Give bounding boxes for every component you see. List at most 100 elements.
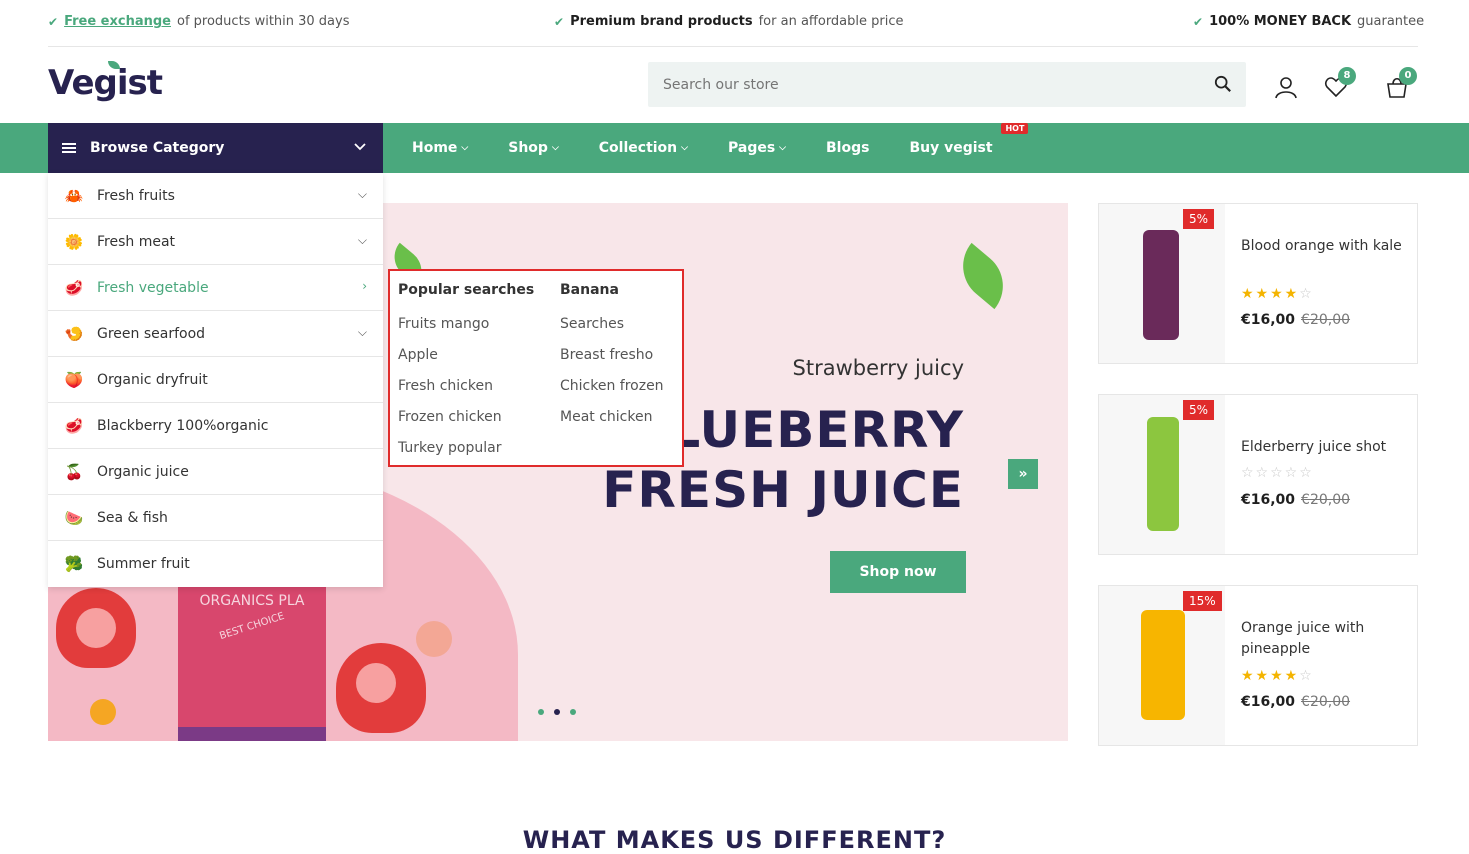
slider-dots [538, 709, 576, 715]
broccoli-icon: 🥦 [64, 555, 84, 573]
chevron-down-icon: ⌵ [551, 143, 559, 153]
free-exchange-link[interactable]: Free exchange [64, 14, 171, 29]
price-old: €20,00 [1301, 312, 1351, 328]
peach-icon: 🍑 [64, 370, 84, 389]
nav-item-blogs[interactable]: Blogs [826, 140, 869, 156]
shop-now-button[interactable]: Shop now [830, 551, 966, 593]
info-text: for an affordable price [758, 14, 904, 29]
category-label: Blackberry 100%organic [97, 417, 269, 434]
popup-link[interactable]: Searches [560, 316, 664, 347]
mega-menu-popup: Popular searches Fruits mango Apple Fres… [388, 269, 684, 467]
search-bar [648, 62, 1246, 107]
discount-badge: 15% [1183, 591, 1222, 611]
next-slide-button[interactable]: » [1008, 459, 1038, 489]
crab-icon: 🦀 [64, 186, 84, 205]
category-item-summer-fruit[interactable]: 🥦 Summer fruit [48, 541, 383, 587]
top-info-bar: ✔ Free exchange of products within 30 da… [48, 0, 1424, 47]
category-item-fresh-meat[interactable]: 🌼 Fresh meat ⌵ [48, 219, 383, 265]
bottle-base [178, 727, 326, 741]
product-name[interactable]: Orange juice with pineapple [1241, 618, 1406, 660]
category-label: Fresh fruits [97, 187, 175, 204]
category-item-organic-juice[interactable]: 🍒 Organic juice [48, 449, 383, 495]
product-price: €16,00 €20,00 [1241, 492, 1350, 508]
nav-label: Collection [598, 140, 678, 156]
meat-icon: 🥩 [64, 416, 84, 435]
search-icon[interactable] [1214, 75, 1232, 93]
info-text: guarantee [1357, 14, 1425, 29]
rating-stars: ★★★★☆ [1241, 668, 1314, 684]
nav-item-home[interactable]: Home ⌵ [412, 140, 468, 156]
double-chevron-right-icon: » [1018, 466, 1028, 482]
product-price: €16,00 €20,00 [1241, 694, 1350, 710]
popup-link[interactable]: Turkey popular [398, 440, 534, 471]
category-item-sea-fish[interactable]: 🍉 Sea & fish [48, 495, 383, 541]
bottle-image [1147, 417, 1179, 531]
price-old: €20,00 [1301, 492, 1351, 508]
watermelon-icon: 🍉 [64, 508, 84, 527]
info-bold: Premium brand products [570, 14, 753, 29]
nav-item-collection[interactable]: Collection ⌵ [599, 140, 688, 156]
category-item-organic-dryfruit[interactable]: 🍑 Organic dryfruit [48, 357, 383, 403]
info-premium: ✔ Premium brand products for an affordab… [554, 14, 904, 29]
cherry-icon: 🍒 [64, 462, 84, 481]
product-card[interactable]: 15% Orange juice with pineapple ★★★★☆ €1… [1098, 585, 1418, 746]
hamburger-icon [62, 143, 76, 153]
strawberry-image [336, 643, 426, 733]
star-empty-icon: ☆☆☆☆☆ [1241, 465, 1314, 481]
nav-label: Blogs [826, 140, 870, 156]
wishlist-count-badge: 8 [1338, 67, 1356, 85]
popup-link[interactable]: Breast fresho [560, 347, 664, 378]
logo-text: Vegist [48, 63, 163, 103]
slider-dot[interactable] [538, 709, 544, 715]
fruit-image [90, 699, 116, 725]
popup-link[interactable]: Fruits mango [398, 316, 534, 347]
price-current: €16,00 [1241, 492, 1296, 508]
chevron-down-icon: ⌵ [357, 325, 367, 339]
product-name[interactable]: Elderberry juice shot [1241, 437, 1406, 458]
popup-link[interactable]: Fresh chicken [398, 378, 534, 409]
logo[interactable]: Vegist [48, 61, 163, 103]
nav-item-buy-vegist[interactable]: Buy vegist HOT [909, 123, 1029, 156]
banner-heading-line2: FRESH JUICE [602, 461, 964, 519]
category-label: Organic juice [97, 463, 189, 480]
browse-category-button[interactable]: Browse Category [48, 123, 383, 173]
check-icon: ✔ [48, 14, 59, 29]
chevron-down-icon: ⌵ [681, 143, 688, 153]
popup-link[interactable]: Chicken frozen [560, 378, 664, 409]
slider-dot-active[interactable] [554, 709, 560, 715]
popup-link[interactable]: Meat chicken [560, 409, 664, 440]
section-title: WHAT MAKES US DIFFERENT? [522, 826, 947, 854]
nav-label: Shop [508, 140, 548, 156]
slider-dot[interactable] [570, 709, 576, 715]
category-item-blackberry[interactable]: 🥩 Blackberry 100%organic [48, 403, 383, 449]
discount-badge: 5% [1183, 209, 1215, 229]
browse-label: Browse Category [90, 140, 225, 156]
product-card[interactable]: 5% Elderberry juice shot ☆☆☆☆☆ €16,00 €20… [1098, 394, 1418, 555]
product-name[interactable]: Blood orange with kale [1241, 236, 1406, 257]
info-bold: 100% MONEY BACK [1209, 14, 1352, 29]
category-item-fresh-fruits[interactable]: 🦀 Fresh fruits ⌵ [48, 173, 383, 219]
nav-item-shop[interactable]: Shop ⌵ [508, 140, 559, 156]
cart-button[interactable]: 0 [1385, 67, 1417, 99]
category-label: Green searfood [97, 325, 206, 342]
user-icon[interactable] [1274, 75, 1298, 99]
category-label: Fresh meat [97, 233, 176, 250]
info-free-exchange: ✔ Free exchange of products within 30 da… [48, 14, 350, 29]
decor-circle [416, 621, 452, 657]
info-text: of products within 30 days [177, 14, 350, 29]
popup-link[interactable]: Apple [398, 347, 534, 378]
chevron-down-icon [354, 143, 366, 151]
info-money-back: ✔ 100% MONEY BACK guarantee [1193, 14, 1424, 29]
category-item-green-searfood[interactable]: 🍤 Green searfood ⌵ [48, 311, 383, 357]
header: Vegist 8 0 [0, 47, 1469, 123]
star-filled-icon: ★★★★ [1241, 286, 1300, 302]
product-card[interactable]: 5% Blood orange with kale ★★★★☆ €16,00 €2… [1098, 203, 1418, 364]
wishlist-button[interactable]: 8 [1324, 67, 1356, 99]
nav-label: Pages [727, 140, 776, 156]
search-input[interactable] [648, 62, 1188, 107]
category-item-fresh-vegetable[interactable]: 🥩 Fresh vegetable › [48, 265, 383, 311]
popup-link[interactable]: Frozen chicken [398, 409, 534, 440]
chevron-down-icon: ⌵ [357, 233, 367, 247]
nav-item-pages[interactable]: Pages ⌵ [728, 140, 786, 156]
star-empty-icon: ☆ [1299, 286, 1314, 302]
